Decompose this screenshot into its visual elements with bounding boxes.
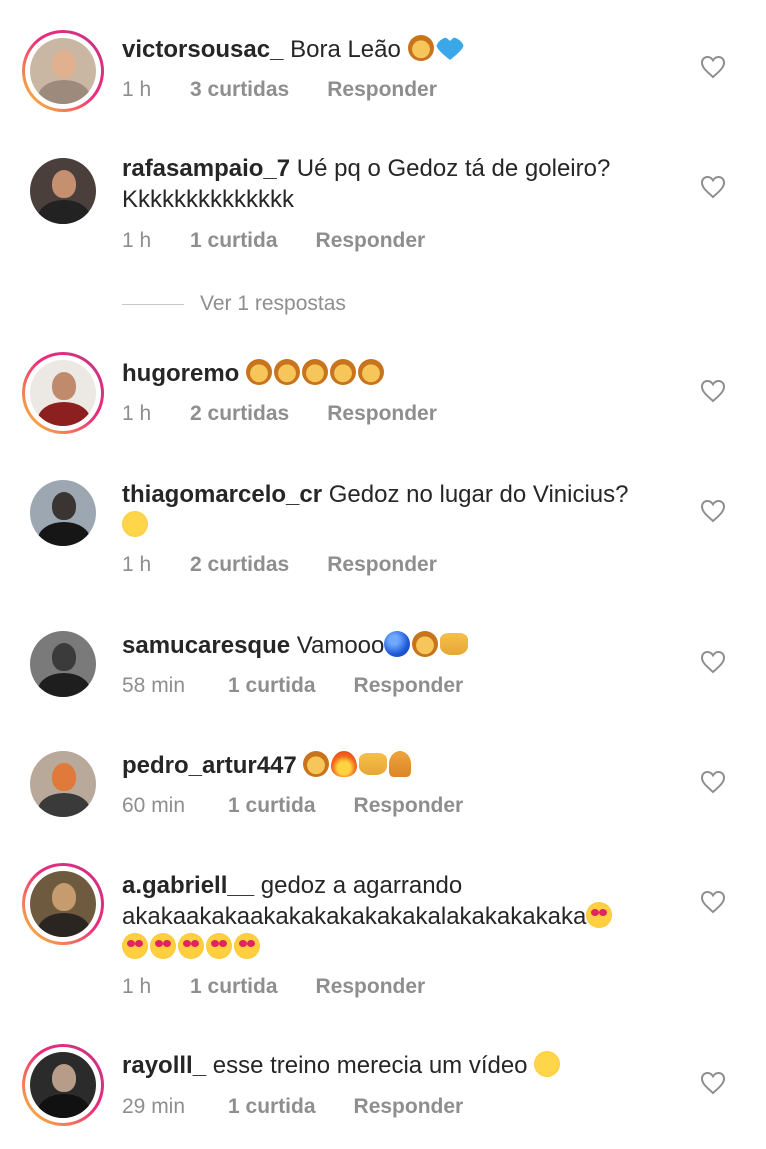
avatar-story-ring[interactable] bbox=[22, 1044, 104, 1126]
comment-username[interactable]: rafasampaio_7 bbox=[122, 155, 290, 182]
like-heart-icon[interactable] bbox=[700, 769, 726, 795]
lion-emoji bbox=[302, 359, 328, 385]
view-replies-label: Ver 1 respostas bbox=[200, 292, 346, 315]
comment-body: esse treino merecia um vídeo bbox=[212, 1052, 528, 1079]
blue-heart-emoji bbox=[435, 37, 464, 60]
comment-text: victorsousac_ Bora Leão bbox=[122, 34, 662, 65]
blue-circle-emoji bbox=[384, 631, 411, 657]
comment-username[interactable]: rayolll_ bbox=[122, 1052, 206, 1079]
comment-username[interactable]: hugoremo bbox=[122, 360, 239, 387]
comment-meta: 1 h 2 curtidas Responder bbox=[122, 402, 437, 426]
comment-likes[interactable]: 1 curtida bbox=[228, 674, 316, 698]
comment-likes[interactable]: 2 curtidas bbox=[190, 402, 289, 426]
comment-username[interactable]: a.gabriell__ bbox=[122, 872, 254, 899]
comment-time: 1 h bbox=[122, 975, 152, 998]
avatar-story-ring[interactable] bbox=[22, 30, 104, 112]
avatar-story-ring[interactable] bbox=[22, 352, 104, 434]
comment-text: pedro_artur447 bbox=[122, 750, 662, 781]
lion-emoji bbox=[303, 751, 330, 777]
avatar bbox=[30, 871, 96, 937]
comment-likes[interactable]: 1 curtida bbox=[228, 794, 316, 818]
like-heart-icon[interactable] bbox=[700, 54, 726, 80]
heart-eyes-emoji bbox=[586, 902, 613, 928]
comment-text: rayolll_ esse treino merecia um vídeo bbox=[122, 1047, 662, 1081]
comment-time: 29 min bbox=[122, 1095, 186, 1118]
comment-text: thiagomarcelo_cr Gedoz no lugar do Vinic… bbox=[122, 479, 662, 541]
comment-text: samucaresque Vamooo bbox=[122, 630, 662, 661]
fire-emoji bbox=[331, 751, 358, 777]
divider-line bbox=[122, 303, 184, 305]
comment-likes[interactable]: 1 curtida bbox=[228, 1095, 316, 1119]
like-heart-icon[interactable] bbox=[700, 174, 726, 200]
comment-text: rafasampaio_7 Ué pq o Gedoz tá de goleir… bbox=[122, 153, 662, 215]
lion-emoji bbox=[330, 359, 356, 385]
heart-eyes-emoji bbox=[178, 933, 204, 959]
comment-time: 1 h bbox=[122, 553, 152, 576]
comment-meta: 1 h 3 curtidas Responder bbox=[122, 78, 437, 102]
heart-eyes-emoji bbox=[234, 933, 260, 959]
comment-body: Bora Leão bbox=[290, 36, 401, 63]
comment-likes[interactable]: 1 curtida bbox=[190, 975, 278, 999]
folded-hands-emoji bbox=[389, 751, 412, 777]
reply-button[interactable]: Responder bbox=[327, 78, 437, 102]
reply-button[interactable]: Responder bbox=[327, 553, 437, 577]
avatar[interactable] bbox=[22, 472, 104, 554]
like-heart-icon[interactable] bbox=[700, 649, 726, 675]
reply-button[interactable]: Responder bbox=[354, 1095, 464, 1119]
flushed-face-emoji bbox=[122, 511, 148, 537]
avatar-story-ring[interactable] bbox=[22, 863, 104, 945]
like-heart-icon[interactable] bbox=[700, 1070, 726, 1096]
comment-time: 1 h bbox=[122, 78, 152, 101]
comment-username[interactable]: thiagomarcelo_cr bbox=[122, 481, 322, 508]
raising-hands-emoji bbox=[359, 753, 388, 775]
avatar[interactable] bbox=[22, 743, 104, 825]
comment-meta: 60 min 1 curtida Responder bbox=[122, 794, 463, 818]
comment-time: 1 h bbox=[122, 229, 152, 252]
comment-username[interactable]: samucaresque bbox=[122, 632, 290, 659]
comment-meta: 58 min 1 curtida Responder bbox=[122, 674, 463, 698]
comment-likes[interactable]: 1 curtida bbox=[190, 229, 278, 253]
comment-time: 60 min bbox=[122, 794, 186, 817]
comment-time: 1 h bbox=[122, 402, 152, 425]
avatar[interactable] bbox=[22, 623, 104, 705]
comment-likes[interactable]: 3 curtidas bbox=[190, 78, 289, 102]
reply-button[interactable]: Responder bbox=[316, 229, 426, 253]
view-replies-link[interactable]: Ver 1 respostas bbox=[122, 292, 346, 316]
comment-body: Gedoz no lugar do Vinicius? bbox=[328, 481, 629, 508]
comment-text: a.gabriell__ gedoz a agarrando akakaakak… bbox=[122, 870, 662, 963]
reply-button[interactable]: Responder bbox=[316, 975, 426, 999]
comment-meta: 1 h 1 curtida Responder bbox=[122, 229, 425, 253]
lion-emoji bbox=[412, 631, 439, 657]
comment-text: hugoremo bbox=[122, 358, 662, 389]
reply-button[interactable]: Responder bbox=[354, 794, 464, 818]
heart-eyes-emoji bbox=[206, 933, 232, 959]
lion-emoji bbox=[274, 359, 300, 385]
rofl-emoji bbox=[530, 1047, 564, 1081]
avatar[interactable] bbox=[22, 150, 104, 232]
heart-eyes-emoji bbox=[122, 933, 148, 959]
lion-emoji bbox=[407, 35, 434, 61]
reply-button[interactable]: Responder bbox=[354, 674, 464, 698]
lion-emoji bbox=[358, 359, 384, 385]
like-heart-icon[interactable] bbox=[700, 498, 726, 524]
comment-body: Vamooo bbox=[296, 632, 385, 659]
comment-meta: 1 h 2 curtidas Responder bbox=[122, 553, 437, 577]
like-heart-icon[interactable] bbox=[700, 889, 726, 915]
raising-hands-emoji bbox=[440, 633, 469, 655]
comment-time: 58 min bbox=[122, 674, 186, 697]
like-heart-icon[interactable] bbox=[700, 378, 726, 404]
avatar bbox=[30, 38, 96, 104]
lion-emoji bbox=[246, 359, 272, 385]
comment-meta: 29 min 1 curtida Responder bbox=[122, 1095, 463, 1119]
comment-username[interactable]: victorsousac_ bbox=[122, 36, 283, 63]
comment-likes[interactable]: 2 curtidas bbox=[190, 553, 289, 577]
comment-username[interactable]: pedro_artur447 bbox=[122, 752, 297, 779]
comment-meta: 1 h 1 curtida Responder bbox=[122, 975, 425, 999]
avatar bbox=[30, 1052, 96, 1118]
avatar bbox=[30, 360, 96, 426]
reply-button[interactable]: Responder bbox=[327, 402, 437, 426]
heart-eyes-emoji bbox=[150, 933, 176, 959]
